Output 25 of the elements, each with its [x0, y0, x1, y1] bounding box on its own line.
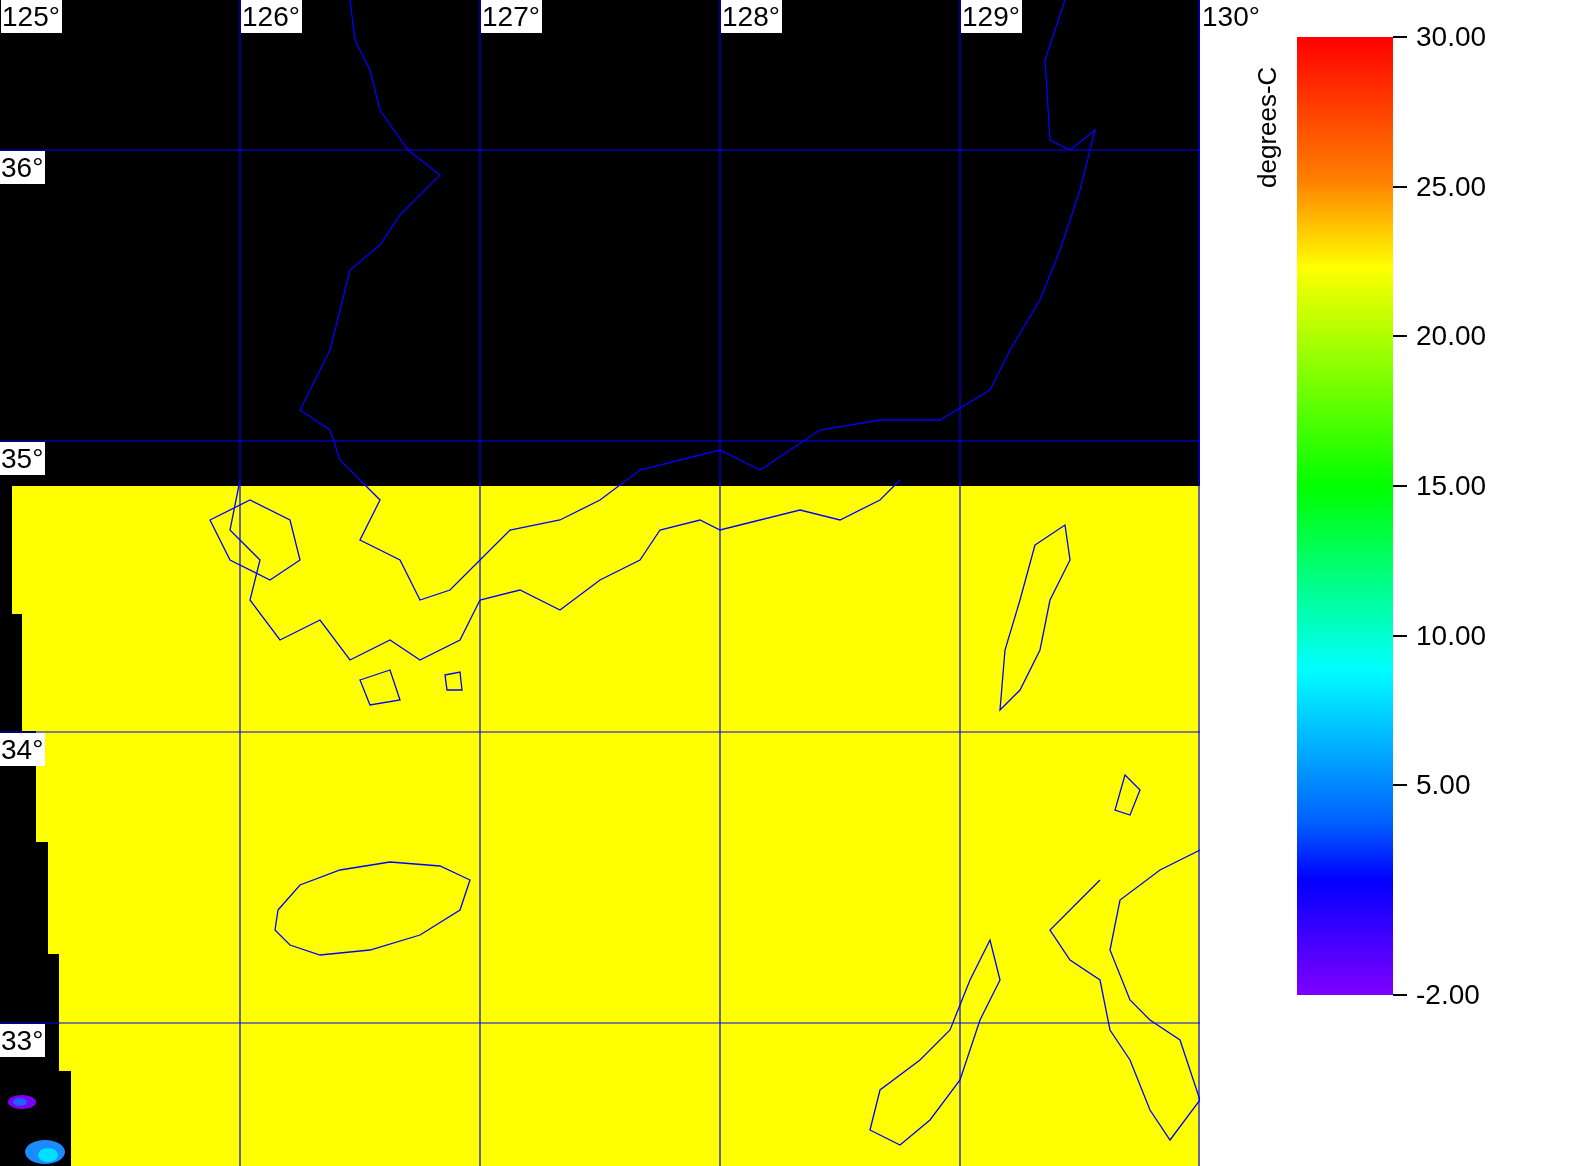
tick-mark: [1393, 485, 1407, 488]
longitude-label: 125°: [1, 0, 62, 33]
longitude-label: 127°: [481, 0, 542, 33]
tick-label: 20.00: [1416, 319, 1487, 354]
tick-label: 15.00: [1416, 469, 1487, 504]
tick-label: 25.00: [1416, 169, 1487, 204]
tick-label: -2.00: [1416, 978, 1480, 1012]
tick-label: 5.00: [1416, 768, 1471, 803]
longitude-label: 128°: [721, 0, 782, 33]
tick-label: 10.00: [1416, 618, 1487, 653]
tick-mark: [1393, 36, 1407, 38]
latitude-label: 35°: [0, 442, 46, 475]
tick-mark: [1393, 335, 1407, 338]
tick-label: 30.00: [1416, 20, 1487, 54]
longitude-label: 129°: [961, 0, 1022, 33]
tick-mark: [1393, 185, 1407, 188]
tick-mark: [1393, 994, 1407, 996]
longitude-label: 126°: [241, 0, 302, 33]
tick-mark: [1393, 634, 1407, 637]
latitude-label: 33°: [0, 1024, 46, 1057]
tick-mark: [1393, 784, 1407, 787]
colorbar-title: degrees-C: [1252, 66, 1282, 188]
latitude-label: 34°: [0, 733, 46, 766]
latitude-label: 36°: [0, 151, 46, 184]
sst-patch-drawing: [8, 1095, 65, 1164]
